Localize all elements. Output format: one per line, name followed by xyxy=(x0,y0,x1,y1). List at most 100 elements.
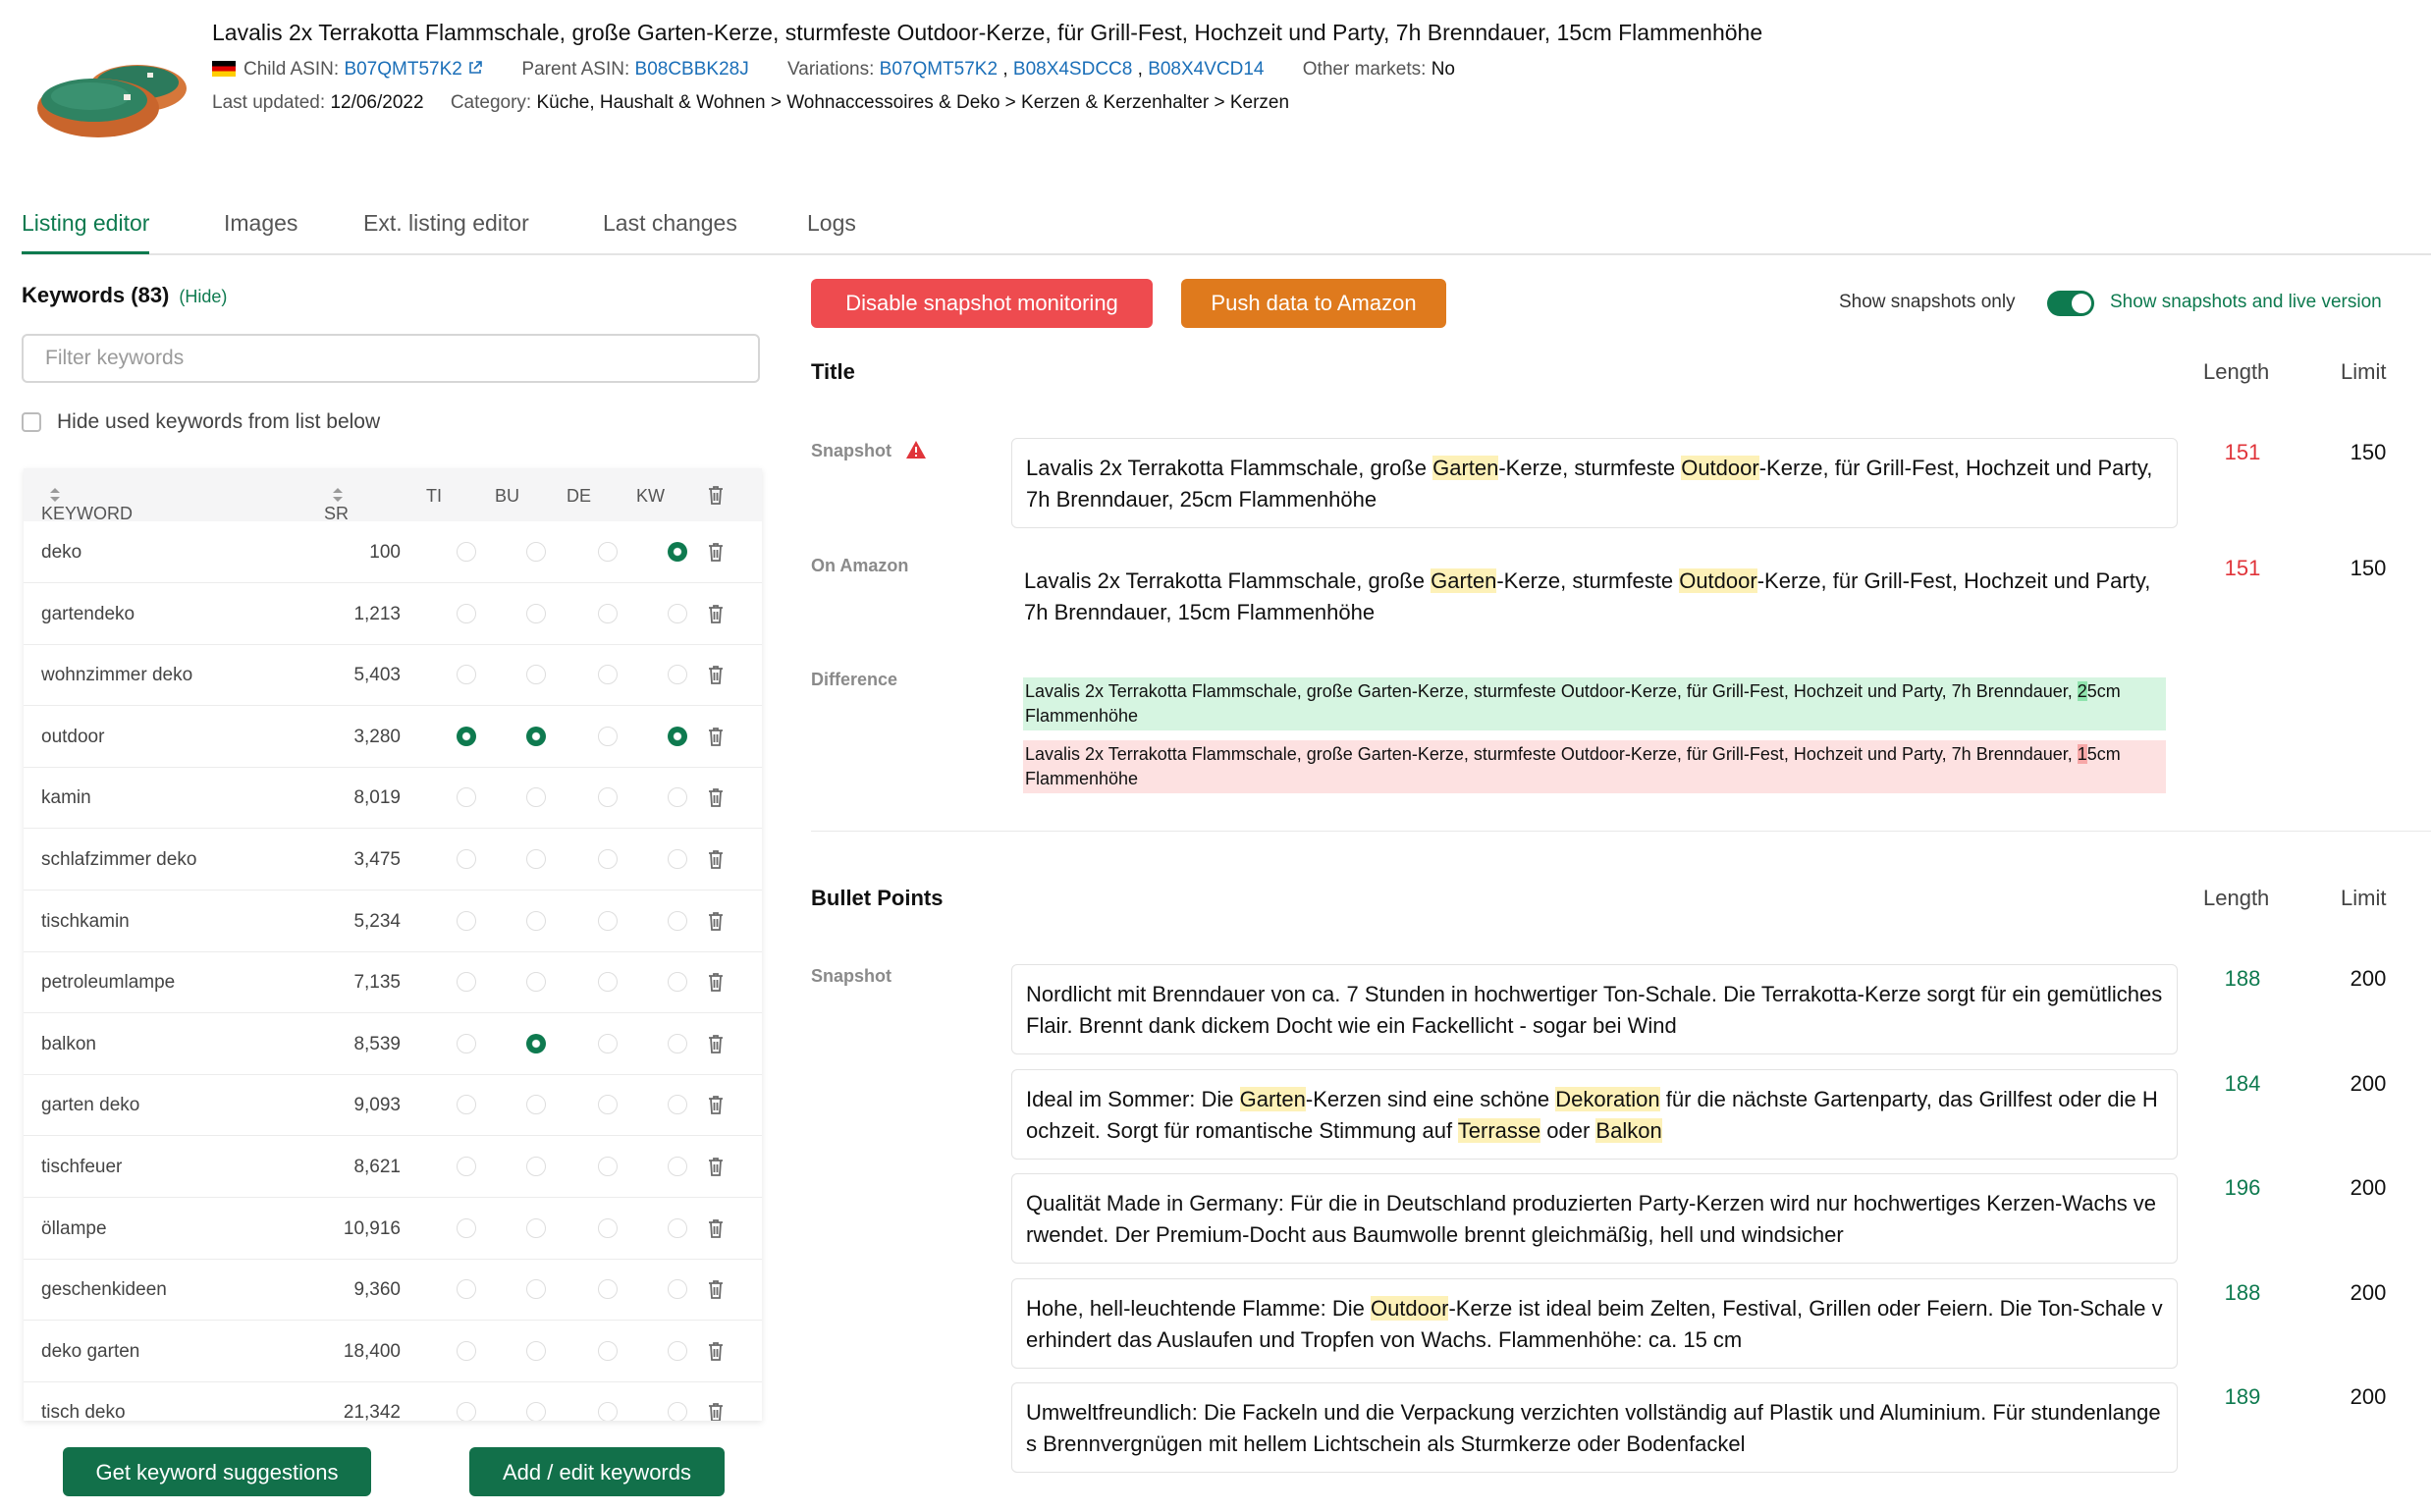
bu-usage-indicator[interactable] xyxy=(526,603,546,623)
bu-usage-indicator[interactable] xyxy=(526,972,546,993)
de-usage-indicator[interactable] xyxy=(598,1217,618,1238)
bu-usage-indicator[interactable] xyxy=(526,542,546,562)
bu-usage-indicator[interactable] xyxy=(526,1402,546,1421)
de-usage-indicator[interactable] xyxy=(598,726,618,746)
trash-icon[interactable] xyxy=(706,848,726,870)
trash-icon[interactable] xyxy=(706,541,726,563)
ti-usage-indicator[interactable] xyxy=(457,1095,476,1115)
ti-usage-indicator[interactable] xyxy=(457,726,476,746)
tab-ext-listing-editor[interactable]: Ext. listing editor xyxy=(363,206,529,251)
title-snapshot-text[interactable]: Lavalis 2x Terrakotta Flammschale, große… xyxy=(1011,438,2178,528)
kw-usage-indicator[interactable] xyxy=(668,1279,687,1300)
de-usage-indicator[interactable] xyxy=(598,1095,618,1115)
sr-column-header[interactable]: SR xyxy=(324,486,349,523)
tab-listing-editor[interactable]: Listing editor xyxy=(22,206,150,254)
ti-usage-indicator[interactable] xyxy=(457,542,476,562)
kw-usage-indicator[interactable] xyxy=(668,726,687,746)
ti-usage-indicator[interactable] xyxy=(457,1033,476,1053)
snapshot-view-toggle[interactable] xyxy=(2047,291,2094,316)
trash-icon[interactable] xyxy=(706,1278,726,1300)
hide-keywords-link[interactable]: (Hide) xyxy=(179,287,227,306)
kw-usage-indicator[interactable] xyxy=(668,972,687,993)
ti-usage-indicator[interactable] xyxy=(457,787,476,808)
disable-snapshot-monitoring-button[interactable]: Disable snapshot monitoring xyxy=(811,279,1153,328)
trash-icon[interactable] xyxy=(706,786,726,808)
tab-images[interactable]: Images xyxy=(224,206,297,251)
de-usage-indicator[interactable] xyxy=(598,542,618,562)
tab-logs[interactable]: Logs xyxy=(807,206,856,251)
bullet-point-text[interactable]: Umweltfreundlich: Die Fackeln und die Ve… xyxy=(1011,1382,2178,1473)
push-data-to-amazon-button[interactable]: Push data to Amazon xyxy=(1181,279,1446,328)
trash-icon[interactable] xyxy=(706,726,726,747)
kw-usage-indicator[interactable] xyxy=(668,1340,687,1361)
kw-usage-indicator[interactable] xyxy=(668,849,687,869)
bullet-point-text[interactable]: Ideal im Sommer: Die Garten-Kerzen sind … xyxy=(1011,1068,2178,1160)
de-usage-indicator[interactable] xyxy=(598,1033,618,1053)
ti-usage-indicator[interactable] xyxy=(457,603,476,623)
trash-icon[interactable] xyxy=(706,603,726,624)
trash-icon[interactable] xyxy=(706,1033,726,1054)
kw-usage-indicator[interactable] xyxy=(668,665,687,685)
bullet-point-text[interactable]: Hohe, hell-leuchtende Flamme: Die Outdoo… xyxy=(1011,1277,2178,1369)
bu-usage-indicator[interactable] xyxy=(526,1340,546,1361)
bu-usage-indicator[interactable] xyxy=(526,849,546,869)
de-usage-indicator[interactable] xyxy=(598,1279,618,1300)
de-usage-indicator[interactable] xyxy=(598,849,618,869)
variation-link-2[interactable]: B08X4SDCC8 xyxy=(1013,59,1132,80)
bullet-point-text[interactable]: Qualität Made in Germany: Für die in Deu… xyxy=(1011,1173,2178,1264)
parent-asin-link[interactable]: B08CBBK28J xyxy=(635,59,749,80)
tab-last-changes[interactable]: Last changes xyxy=(603,206,737,251)
kw-usage-indicator[interactable] xyxy=(668,603,687,623)
child-asin-link[interactable]: B07QMT57K2 xyxy=(344,59,461,80)
external-link-icon[interactable] xyxy=(467,59,483,80)
keyword-column-header[interactable]: KEYWORD xyxy=(41,486,133,523)
kw-usage-indicator[interactable] xyxy=(668,1402,687,1421)
kw-usage-indicator[interactable] xyxy=(668,1095,687,1115)
kw-usage-indicator[interactable] xyxy=(668,910,687,931)
get-keyword-suggestions-button[interactable]: Get keyword suggestions xyxy=(63,1447,371,1496)
trash-icon[interactable] xyxy=(706,910,726,932)
kw-usage-indicator[interactable] xyxy=(668,787,687,808)
ti-usage-indicator[interactable] xyxy=(457,972,476,993)
de-usage-indicator[interactable] xyxy=(598,1340,618,1361)
de-usage-indicator[interactable] xyxy=(598,1157,618,1176)
bu-usage-indicator[interactable] xyxy=(526,910,546,931)
ti-usage-indicator[interactable] xyxy=(457,1157,476,1176)
trash-icon[interactable] xyxy=(706,1340,726,1362)
bu-usage-indicator[interactable] xyxy=(526,1033,546,1053)
de-usage-indicator[interactable] xyxy=(598,910,618,931)
bu-usage-indicator[interactable] xyxy=(526,1095,546,1115)
de-usage-indicator[interactable] xyxy=(598,603,618,623)
ti-usage-indicator[interactable] xyxy=(457,1217,476,1238)
bullet-point-text[interactable]: Nordlicht mit Brenndauer von ca. 7 Stund… xyxy=(1011,964,2178,1054)
trash-icon[interactable] xyxy=(706,1217,726,1239)
kw-usage-indicator[interactable] xyxy=(668,1157,687,1176)
ti-usage-indicator[interactable] xyxy=(457,665,476,685)
filter-keywords-input[interactable] xyxy=(22,334,760,383)
kw-usage-indicator[interactable] xyxy=(668,1033,687,1053)
add-edit-keywords-button[interactable]: Add / edit keywords xyxy=(469,1447,725,1496)
trash-icon[interactable] xyxy=(706,971,726,993)
variation-link-1[interactable]: B07QMT57K2 xyxy=(880,59,998,80)
kw-usage-indicator[interactable] xyxy=(668,1217,687,1238)
kw-usage-indicator[interactable] xyxy=(668,542,687,562)
bu-usage-indicator[interactable] xyxy=(526,665,546,685)
hide-used-checkbox[interactable] xyxy=(22,412,41,432)
hide-used-keywords-option[interactable]: Hide used keywords from list below xyxy=(22,410,380,434)
de-usage-indicator[interactable] xyxy=(598,972,618,993)
bu-usage-indicator[interactable] xyxy=(526,1217,546,1238)
show-snapshots-and-live-label[interactable]: Show snapshots and live version xyxy=(2110,292,2382,313)
ti-usage-indicator[interactable] xyxy=(457,1340,476,1361)
de-usage-indicator[interactable] xyxy=(598,1402,618,1421)
trash-icon[interactable] xyxy=(706,664,726,685)
ti-usage-indicator[interactable] xyxy=(457,910,476,931)
bu-usage-indicator[interactable] xyxy=(526,726,546,746)
de-usage-indicator[interactable] xyxy=(598,665,618,685)
trash-icon[interactable] xyxy=(706,1401,726,1421)
variation-link-3[interactable]: B08X4VCD14 xyxy=(1148,59,1264,80)
bu-usage-indicator[interactable] xyxy=(526,1157,546,1176)
trash-icon[interactable] xyxy=(706,1094,726,1115)
ti-usage-indicator[interactable] xyxy=(457,1402,476,1421)
trash-icon[interactable] xyxy=(706,1156,726,1177)
bu-usage-indicator[interactable] xyxy=(526,1279,546,1300)
